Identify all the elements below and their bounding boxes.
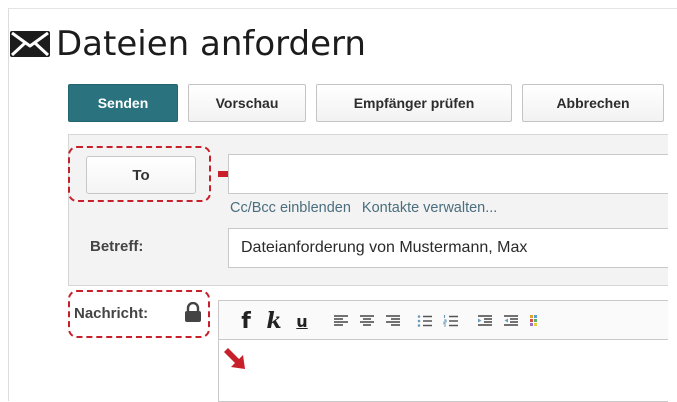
subject-value: Dateianforderung von Mustermann, Max [241,239,528,256]
align-left-button[interactable] [331,301,351,341]
indent-icon [504,315,518,326]
align-right-button[interactable] [383,301,403,341]
to-highlight-box [68,146,211,202]
subject-input[interactable]: Dateianforderung von Mustermann, Max [228,228,668,268]
title-row: Dateien anfordern [10,22,366,66]
bold-button[interactable]: f [235,301,257,341]
recipient-links: Cc/Bcc einblenden Kontakte verwalten... [230,200,497,216]
numbered-list-button[interactable] [441,301,461,341]
bullet-list-button[interactable] [415,301,435,341]
cancel-button[interactable]: Abbrechen [522,84,664,122]
italic-button[interactable]: k [263,301,285,341]
page-title: Dateien anfordern [56,24,366,64]
indent-button[interactable] [501,301,521,341]
preview-button[interactable]: Vorschau [188,84,306,122]
align-left-icon [334,315,348,326]
cc-bcc-link[interactable]: Cc/Bcc einblenden [230,200,351,216]
message-highlight-box [68,290,210,338]
text-color-button[interactable] [527,301,543,341]
editor-toolbar: f k u [218,300,668,340]
outdent-button[interactable] [475,301,495,341]
check-recipients-button[interactable]: Empfänger prüfen [316,84,512,122]
subject-label: Betreff: [90,238,144,255]
bullet-list-icon [417,315,432,327]
color-palette-icon [530,315,537,326]
underline-button[interactable]: u [291,301,313,341]
numbered-list-icon [443,315,458,327]
send-button[interactable]: Senden [68,84,178,122]
red-arrow-down-right [224,348,245,369]
envelope-icon [10,31,50,57]
align-center-button[interactable] [357,301,377,341]
message-editor[interactable] [218,340,668,402]
align-right-icon [386,315,400,326]
to-input[interactable] [228,154,668,194]
manage-contacts-link[interactable]: Kontakte verwalten... [362,200,497,216]
outdent-icon [478,315,492,326]
align-center-icon [360,315,374,326]
